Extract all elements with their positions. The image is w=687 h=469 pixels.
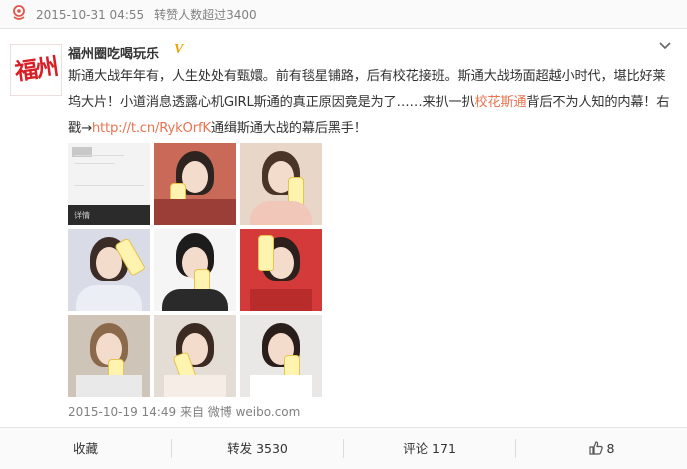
image-thumb-6[interactable] xyxy=(240,229,322,311)
avatar[interactable]: 福州 xyxy=(10,44,62,96)
top-bar: 2015-10-31 04:55 转赞人数超过3400 xyxy=(0,0,687,29)
post-text: 斯通大战年年有，人生处处有甄嬛。前有毯星铺路，后有校花接班。斯通大战场面超越小时… xyxy=(68,64,670,142)
like-button[interactable]: 8 xyxy=(516,428,687,469)
screenshot-label: 详情 xyxy=(74,211,90,220)
image-thumb-1[interactable]: 详情 xyxy=(68,143,150,225)
image-thumb-2[interactable] xyxy=(154,143,236,225)
repost-button[interactable]: 转发 3530 xyxy=(172,428,343,469)
post-text-part3: 通缉斯通大战的幕后黑手！ xyxy=(210,121,367,136)
image-thumb-5[interactable] xyxy=(154,229,236,311)
top-timestamp: 2015-10-31 04:55 xyxy=(36,8,145,22)
chevron-down-icon[interactable] xyxy=(657,38,673,54)
repost-label: 转发 3530 xyxy=(227,441,288,456)
short-link[interactable]: http://t.cn/RykOrfK xyxy=(92,121,211,136)
post-time[interactable]: 2015-10-19 14:49 xyxy=(68,405,176,419)
post-meta: 2015-10-19 14:49 来自 微博 weibo.com xyxy=(68,403,300,420)
author-name[interactable]: 福州圈吃喝玩乐 xyxy=(68,43,159,62)
verified-badge-icon: V xyxy=(174,42,184,57)
avatar-text: 福州 xyxy=(13,53,59,86)
post-source[interactable]: 来自 微博 weibo.com xyxy=(180,405,300,419)
image-thumb-4[interactable] xyxy=(68,229,150,311)
thumbs-up-icon xyxy=(588,441,603,455)
location-pin-icon xyxy=(13,5,25,20)
action-bar: 收藏 转发 3530 评论 171 8 xyxy=(0,427,687,469)
comment-button[interactable]: 评论 171 xyxy=(344,428,515,469)
top-meta: 2015-10-31 04:55 转赞人数超过3400 xyxy=(36,6,257,23)
image-thumb-8[interactable] xyxy=(154,315,236,397)
image-thumb-9[interactable] xyxy=(240,315,322,397)
favorite-button[interactable]: 收藏 xyxy=(0,428,171,469)
hashtag-link[interactable]: 校花斯通 xyxy=(474,95,526,110)
comment-label: 评论 171 xyxy=(403,441,456,456)
top-note: 转赞人数超过3400 xyxy=(154,8,257,22)
image-thumb-3[interactable] xyxy=(240,143,322,225)
favorite-label: 收藏 xyxy=(72,441,98,456)
image-thumb-7[interactable] xyxy=(68,315,150,397)
like-count: 8 xyxy=(606,441,615,456)
